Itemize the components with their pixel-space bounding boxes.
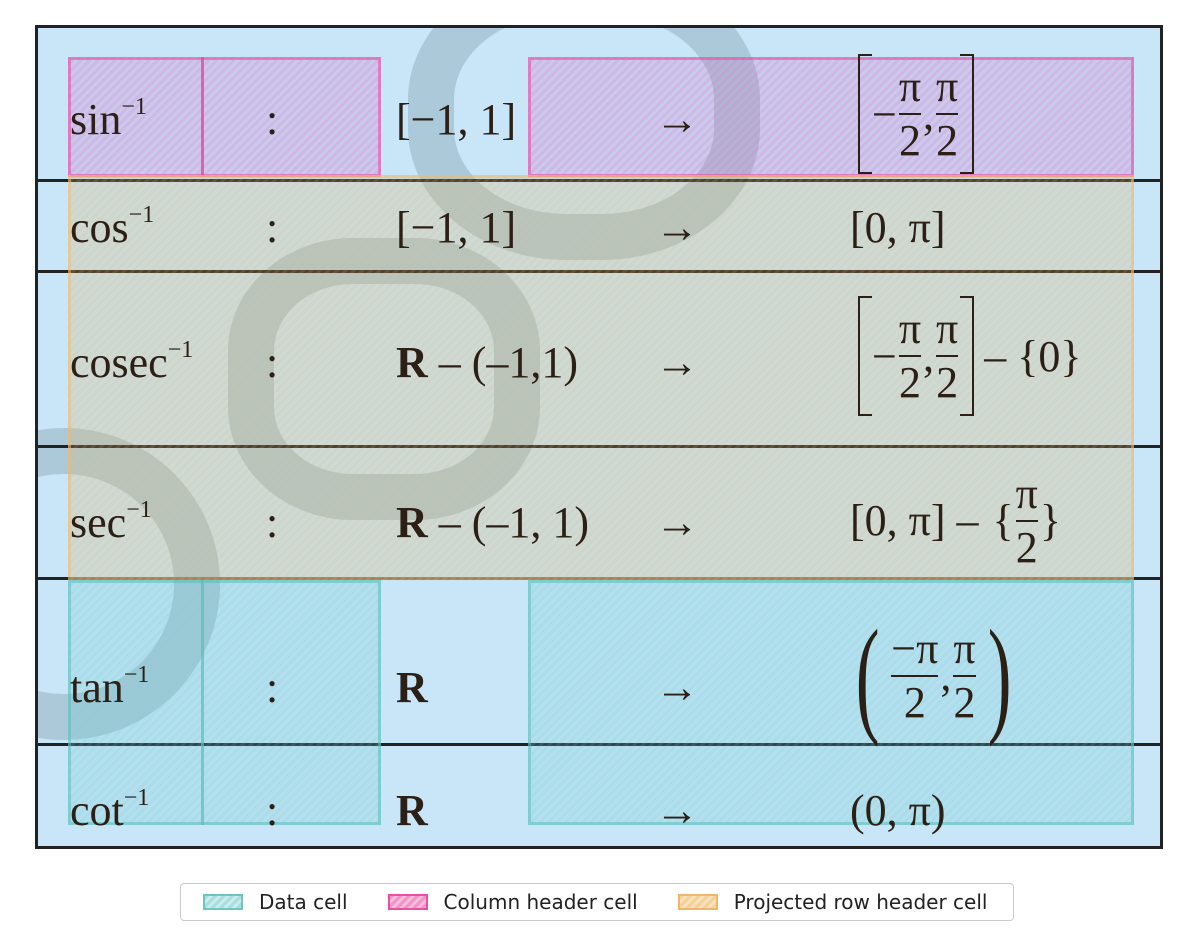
column-header-cell	[528, 57, 1134, 177]
legend-label: Data cell	[259, 890, 348, 914]
function-label: sec−1	[70, 497, 152, 547]
colon: :	[266, 498, 279, 547]
domain: [−1, 1]	[396, 95, 517, 144]
domain: [−1, 1]	[396, 203, 517, 252]
function-label: tan−1	[70, 662, 150, 712]
colon: :	[266, 95, 279, 144]
range: − π2 , π2 – {0}	[858, 296, 1082, 416]
range: (0, π)	[850, 786, 946, 835]
function-label: cot−1	[70, 785, 150, 835]
colon: :	[266, 203, 279, 252]
legend-item-column-header-cell: Column header cell	[387, 890, 638, 914]
function-label: cosec−1	[70, 337, 194, 387]
arrow: →	[655, 498, 699, 547]
arrow: →	[655, 786, 699, 835]
colon: :	[266, 663, 279, 712]
legend-label: Column header cell	[443, 890, 638, 914]
projected-row-header-cell-swatch	[677, 894, 718, 910]
domain: R – (–1,1)	[396, 338, 579, 387]
function-label: sin−1	[70, 94, 147, 144]
range: [0, π]	[850, 203, 946, 252]
domain: R	[396, 663, 428, 712]
arrow: →	[655, 663, 699, 712]
arrow: →	[655, 338, 699, 387]
colon: :	[266, 338, 279, 387]
arrow: →	[655, 203, 699, 252]
column-header-cell-swatch	[387, 894, 428, 910]
legend: Data cell Column header cell Projected r…	[180, 883, 1014, 921]
inverse-trig-table: sin−1 : [−1, 1] → − π2 , π2 cos−1 : [−1,…	[35, 25, 1163, 849]
arrow: →	[655, 95, 699, 144]
legend-label: Projected row header cell	[733, 890, 988, 914]
colon: :	[266, 786, 279, 835]
data-cell-swatch	[203, 894, 243, 910]
legend-item-projected-row-header-cell: Projected row header cell	[677, 890, 988, 914]
domain: R	[396, 786, 428, 835]
range: [0, π] – { π2 }	[850, 468, 1061, 572]
domain: R – (–1, 1)	[396, 498, 590, 547]
data-cell	[528, 580, 1134, 825]
range: − π2 , π2	[858, 54, 975, 174]
legend-item-data-cell: Data cell	[203, 890, 348, 914]
function-label: cos−1	[70, 202, 155, 252]
range: ( −π 2 , π2 )	[855, 603, 1012, 748]
column-header-divider	[201, 57, 204, 177]
data-cell-divider	[201, 580, 204, 825]
